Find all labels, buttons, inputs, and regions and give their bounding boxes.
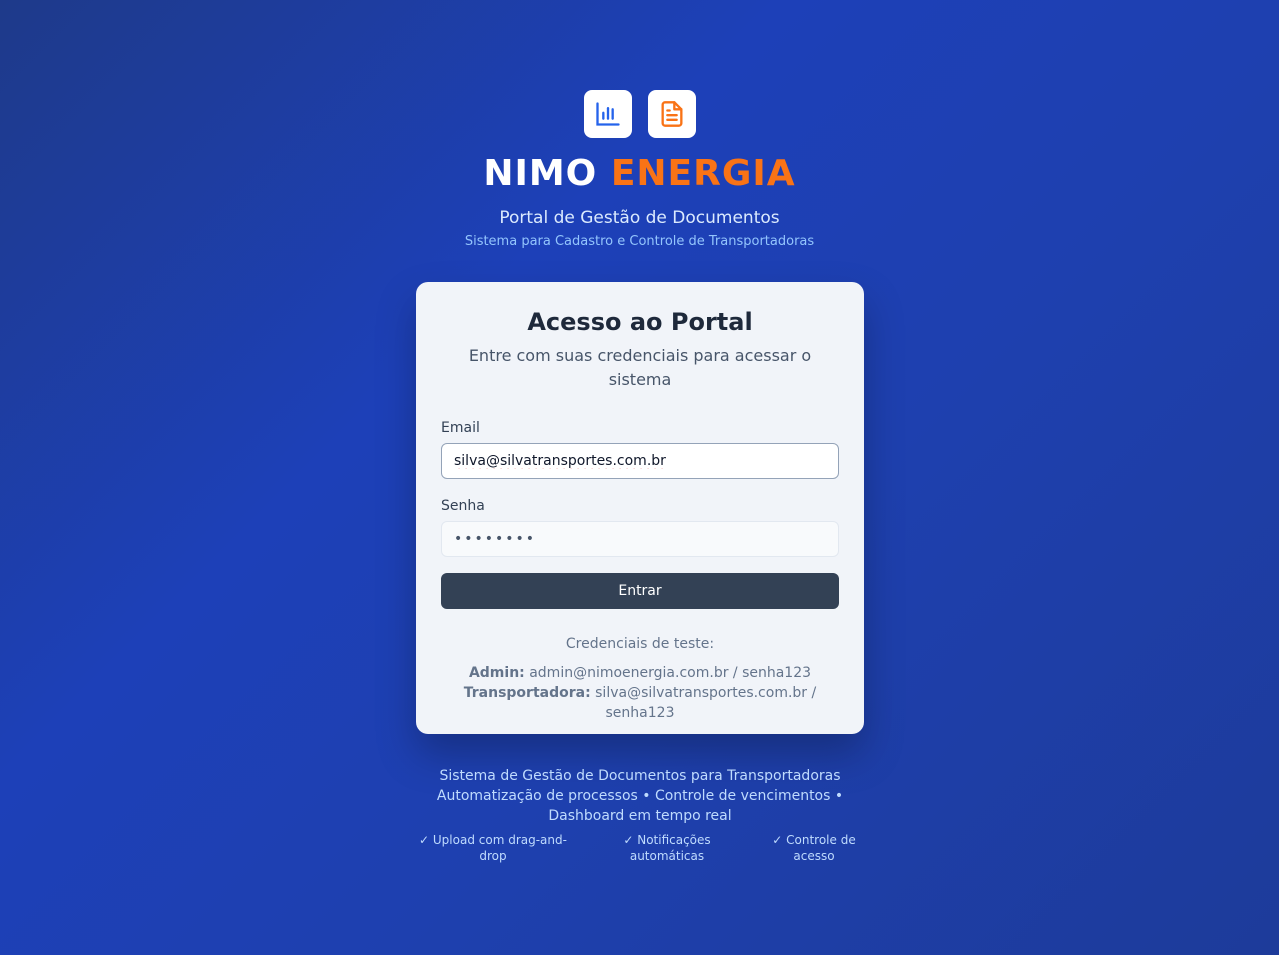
feature-upload: ✓ Upload com drag-and-drop — [419, 833, 567, 863]
email-label: Email — [441, 420, 480, 436]
footer-title: Sistema de Gestão de Documentos para Tra… — [439, 768, 841, 784]
document-icon — [647, 90, 696, 138]
brand-name-part2: ENERGIA — [610, 153, 796, 194]
admin-credentials-label: Admin: — [468, 665, 525, 681]
feature-notifications: ✓ Notificações automáticas — [623, 833, 711, 863]
feature-access-control: ✓ Controle de acesso — [772, 833, 856, 863]
footer-highlights: Automatização de processos • Controle de… — [436, 788, 844, 824]
admin-credentials: Admin: admin@nimoenergia.com.br / senha1… — [441, 663, 839, 683]
password-field[interactable] — [441, 521, 839, 557]
admin-credentials-value: admin@nimoenergia.com.br / senha123 — [529, 665, 812, 681]
logo-icons — [0, 90, 1279, 138]
portal-tagline: Sistema para Cadastro e Controle de Tran… — [464, 234, 815, 249]
feature-list: ✓ Upload com drag-and-drop ✓ Notificaçõe… — [416, 832, 864, 864]
carrier-credentials-label: Transportadora: — [463, 685, 591, 701]
login-button[interactable]: Entrar — [441, 573, 839, 609]
brand-title: NIMO ENERGIA — [0, 153, 1279, 195]
carrier-credentials: Transportadora: silva@silvatransportes.c… — [441, 683, 839, 723]
login-card: Acesso ao Portal Entre com suas credenci… — [416, 282, 864, 734]
test-credentials-title: Credenciais de teste: — [565, 636, 715, 652]
password-label: Senha — [441, 498, 485, 514]
test-credentials: Admin: admin@nimoenergia.com.br / senha1… — [441, 663, 839, 723]
login-title: Acesso ao Portal — [527, 308, 753, 336]
login-description: Entre com suas credenciais para acessar … — [468, 346, 812, 389]
email-field[interactable] — [441, 443, 839, 479]
footer: Sistema de Gestão de Documentos para Tra… — [416, 766, 864, 864]
bar-chart-icon — [583, 90, 632, 138]
portal-subtitle: Portal de Gestão de Documentos — [499, 208, 780, 228]
brand-name-part1: NIMO — [483, 153, 598, 194]
header: NIMO ENERGIA Portal de Gestão de Documen… — [0, 90, 1279, 250]
carrier-credentials-value: silva@silvatransportes.com.br / senha123 — [595, 685, 817, 721]
